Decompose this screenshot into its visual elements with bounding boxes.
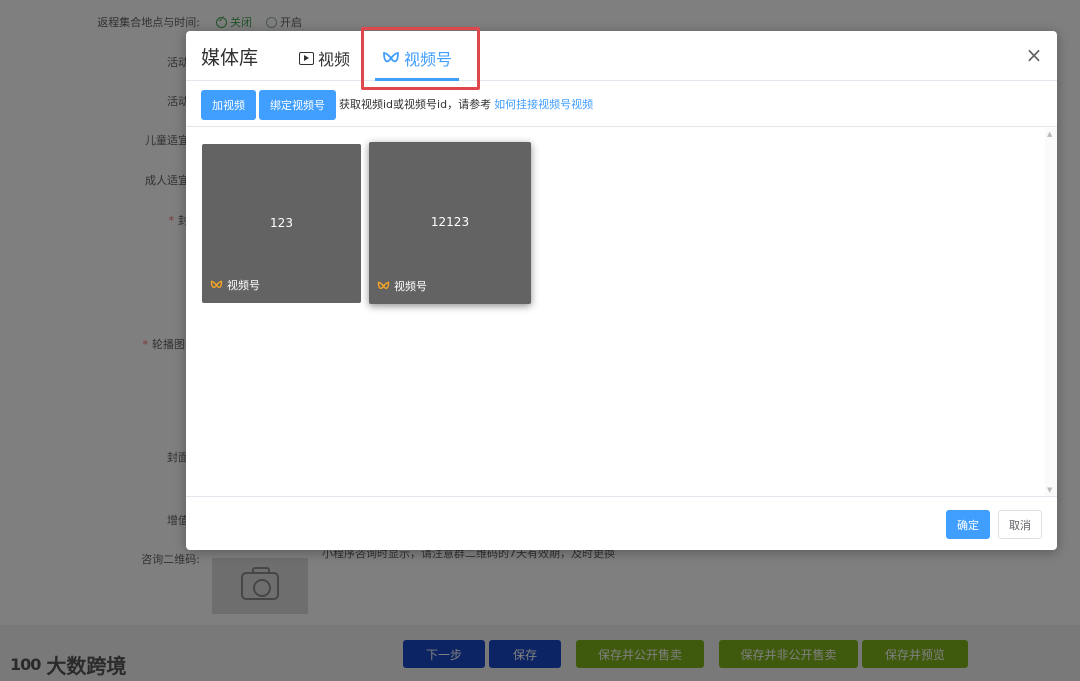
- channels-icon: [210, 280, 223, 289]
- media-library-dialog: 媒体库 视频 视频号 × 加视频 绑定视频号 获取视频id或视频号id，请参考如…: [186, 31, 1057, 550]
- highlight-annotation: [361, 27, 480, 90]
- media-grid: 123 视频号 12123 视频号: [186, 128, 1057, 496]
- scroll-up-icon[interactable]: ▲: [1047, 130, 1052, 138]
- help-link[interactable]: 如何挂接视频号视频: [494, 98, 593, 111]
- bind-channel-button[interactable]: 绑定视频号: [259, 90, 336, 120]
- tab-video[interactable]: 视频: [299, 46, 350, 70]
- scrollbar[interactable]: ▲ ▼: [1045, 128, 1057, 496]
- dialog-header: 媒体库 视频 视频号 ×: [186, 31, 1057, 81]
- add-video-button[interactable]: 加视频: [201, 90, 256, 120]
- close-icon[interactable]: ×: [1024, 45, 1044, 65]
- card-title: 123: [270, 216, 293, 230]
- play-icon: [299, 51, 314, 65]
- confirm-button[interactable]: 确定: [946, 510, 990, 539]
- card-title: 12123: [430, 215, 470, 229]
- media-card[interactable]: 123 视频号: [202, 144, 361, 303]
- scroll-down-icon[interactable]: ▼: [1047, 486, 1052, 494]
- dialog-toolbar: 加视频 绑定视频号 获取视频id或视频号id，请参考 如何挂接视频号视频: [186, 82, 1057, 127]
- channels-icon: [377, 281, 390, 290]
- card-badge: 视频号: [377, 278, 427, 294]
- dialog-title: 媒体库: [201, 47, 259, 69]
- toolbar-hint: 获取视频id或视频号id，请参考 如何挂接视频号视频: [339, 98, 594, 111]
- card-badge: 视频号: [210, 277, 260, 293]
- dialog-footer: 确定 取消: [186, 496, 1057, 550]
- cancel-button[interactable]: 取消: [998, 510, 1042, 539]
- media-card-selected[interactable]: 12123 视频号: [369, 142, 531, 304]
